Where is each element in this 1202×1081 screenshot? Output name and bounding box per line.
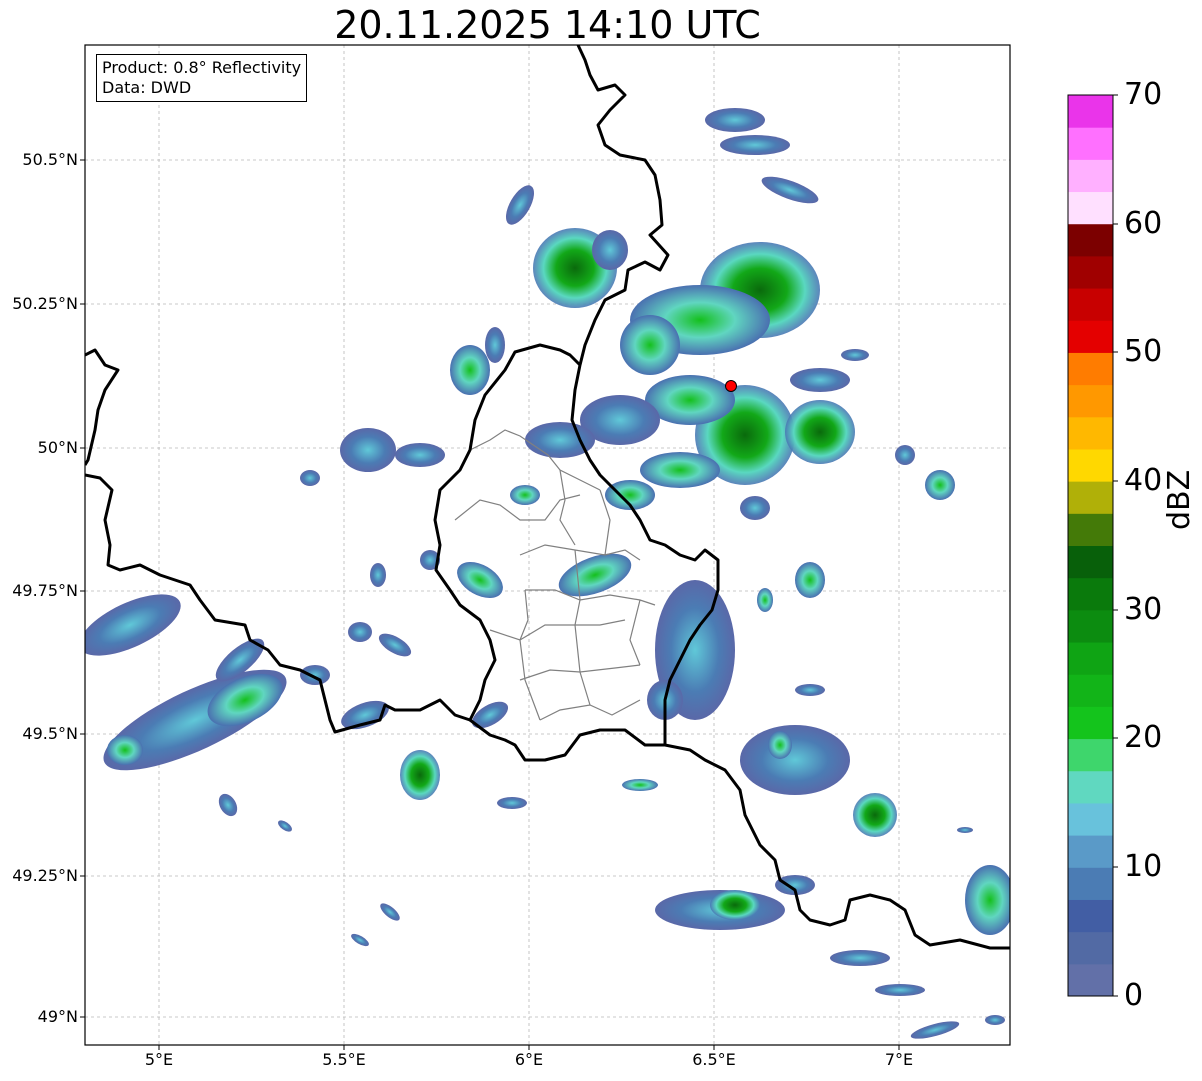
lon-label: 5°E xyxy=(144,1050,174,1069)
colorbar-segment xyxy=(1068,802,1113,836)
colorbar-segment xyxy=(1068,384,1113,418)
lon-label: 5.5°E xyxy=(322,1050,366,1069)
lat-label: 49.5°N xyxy=(22,724,78,743)
colorbar-segment xyxy=(1068,577,1113,611)
colorbar-segment xyxy=(1068,481,1113,514)
info-box: Product: 0.8° Reflectivity Data: DWD xyxy=(96,54,308,102)
lat-label: 50°N xyxy=(37,438,78,457)
colorbar-segment xyxy=(1068,223,1113,257)
colorbar-tick-label: 60 xyxy=(1124,206,1163,241)
colorbar-segment xyxy=(1068,352,1113,386)
colorbar-segment xyxy=(1068,320,1113,353)
data-source-label: Data: DWD xyxy=(102,78,192,97)
colorbar-segment xyxy=(1068,867,1113,900)
colorbar-segment xyxy=(1068,674,1113,707)
colorbar-ticks xyxy=(1113,94,1118,997)
colorbar-segment xyxy=(1068,448,1113,482)
lat-label: 50.5°N xyxy=(22,150,78,169)
lat-label: 50.25°N xyxy=(12,294,78,313)
colorbar-segment xyxy=(1068,835,1113,868)
colorbar-segment xyxy=(1068,931,1113,965)
lat-label: 49.25°N xyxy=(12,866,78,885)
colorbar-segment xyxy=(1068,288,1113,321)
colorbar-segment xyxy=(1068,609,1113,643)
colorbar-segment xyxy=(1068,770,1113,804)
colorbar-tick-label: 20 xyxy=(1124,720,1163,755)
colorbar-tick-label: 70 xyxy=(1124,77,1163,112)
colorbar-segment xyxy=(1068,416,1113,450)
lon-label: 6°E xyxy=(514,1050,544,1069)
colorbar-segment xyxy=(1068,191,1113,225)
colorbar-segment xyxy=(1068,706,1113,740)
colorbar-segment xyxy=(1068,127,1113,160)
lon-label: 6.5°E xyxy=(692,1050,736,1069)
colorbar-label: dBZ xyxy=(1162,469,1197,530)
colorbar-segment xyxy=(1068,159,1113,193)
colorbar xyxy=(1068,95,1113,997)
colorbar-tick-label: 0 xyxy=(1124,978,1144,1013)
radar-site-marker xyxy=(725,380,737,392)
colorbar-segment xyxy=(1068,513,1113,546)
colorbar-segment xyxy=(1068,545,1113,579)
colorbar-segment xyxy=(1068,963,1113,997)
radar-map xyxy=(80,44,1118,1050)
product-label: Product: 0.8° Reflectivity xyxy=(102,58,302,77)
lat-label: 49°N xyxy=(37,1007,78,1026)
colorbar-tick-label: 40 xyxy=(1124,463,1163,498)
colorbar-tick-label: 30 xyxy=(1124,592,1163,627)
map-title: 20.11.2025 14:10 UTC xyxy=(334,3,761,47)
colorbar-segment xyxy=(1068,899,1113,933)
colorbar-segment xyxy=(1068,642,1113,675)
lon-label: 7°E xyxy=(884,1050,914,1069)
lat-label: 49.75°N xyxy=(12,581,78,600)
colorbar-segment xyxy=(1068,738,1113,772)
colorbar-tick-label: 50 xyxy=(1124,334,1163,369)
colorbar-tick-label: 10 xyxy=(1124,849,1163,884)
colorbar-segment xyxy=(1068,255,1113,289)
colorbar-segment xyxy=(1068,95,1113,128)
